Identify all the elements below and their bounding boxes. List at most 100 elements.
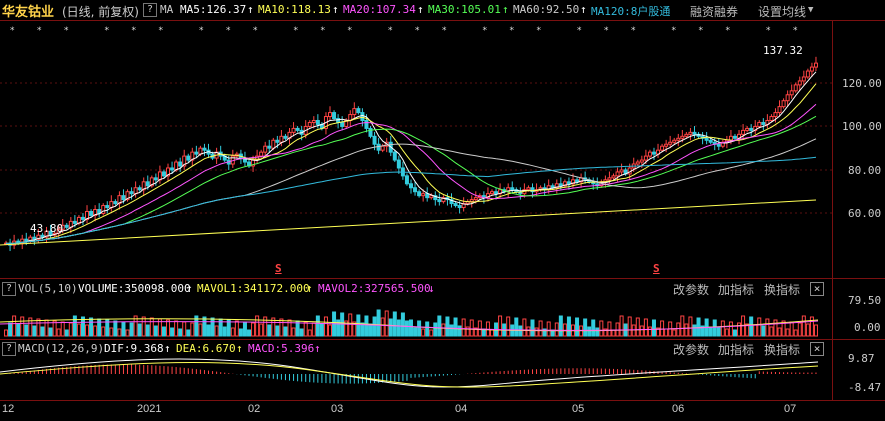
macd-switch-indicator-button[interactable]: 换指标 xyxy=(764,341,800,358)
volume-bar xyxy=(60,321,65,337)
close-icon[interactable]: × xyxy=(810,342,824,356)
candle-body xyxy=(453,203,458,207)
volume-bar xyxy=(769,326,774,337)
macd-add-indicator-button[interactable]: 加指标 xyxy=(718,341,754,358)
volume-bar xyxy=(651,319,656,337)
x-axis-label: 06 xyxy=(672,403,685,415)
volume-bar xyxy=(356,314,361,337)
volume-bar xyxy=(437,315,442,337)
volume-bar xyxy=(518,325,523,337)
volume-bar xyxy=(672,329,677,337)
volume-bar xyxy=(498,315,503,337)
candle-body xyxy=(372,135,377,145)
volume-bar xyxy=(688,316,693,337)
close-icon[interactable]: × xyxy=(810,282,824,296)
candle-body xyxy=(194,151,199,155)
volume-bar xyxy=(611,329,616,337)
volume-bar xyxy=(348,313,353,337)
candle-body xyxy=(809,66,814,72)
candle-body xyxy=(510,187,515,191)
x-axis-label: 04 xyxy=(455,403,468,415)
candle-body xyxy=(769,116,774,121)
volume-bar xyxy=(299,328,304,337)
volume-bar xyxy=(680,315,685,337)
volume-bar xyxy=(676,322,681,337)
low-price-label: 43.80 xyxy=(30,222,64,235)
volume-bar xyxy=(12,315,17,337)
volume-bar xyxy=(153,325,158,337)
signal-star-icon: * xyxy=(442,26,447,36)
volume-bar xyxy=(445,316,450,337)
volume-bar xyxy=(380,317,385,337)
volume-bar xyxy=(461,318,466,337)
volume-bar xyxy=(530,319,535,337)
signal-star-icon: * xyxy=(699,26,704,36)
candle-body xyxy=(178,161,183,167)
candle-body xyxy=(89,210,94,216)
candle-body xyxy=(716,143,721,147)
help-icon[interactable]: ? xyxy=(2,342,16,356)
candle-body xyxy=(680,135,685,139)
candle-body xyxy=(494,191,499,195)
split-marker[interactable]: S xyxy=(653,262,660,275)
volume-bar xyxy=(647,326,652,337)
volume-bar xyxy=(534,327,539,337)
candle-body xyxy=(105,205,110,209)
vol-add-indicator-button[interactable]: 加指标 xyxy=(718,281,754,298)
volume-bar xyxy=(607,321,612,337)
volume-bar xyxy=(238,328,243,337)
split-marker[interactable]: S xyxy=(275,262,282,275)
candle-body xyxy=(425,193,430,199)
volume-bar xyxy=(477,320,482,337)
volume-bar xyxy=(489,329,494,337)
volume-bar xyxy=(303,321,308,337)
candle-body xyxy=(473,197,478,201)
volume-bar xyxy=(32,325,37,337)
candle-body xyxy=(489,191,494,195)
x-axis-label: 2021 xyxy=(137,403,162,415)
volume-bar xyxy=(453,317,458,337)
macd-params-button[interactable]: 改参数 xyxy=(673,341,709,358)
candle-body xyxy=(797,80,802,86)
volume-bar xyxy=(247,329,252,337)
volume-value: VOLUME:350098.000 xyxy=(78,282,191,295)
volume-bar xyxy=(692,324,697,337)
volume-bar xyxy=(259,323,264,337)
x-axis-label: 03 xyxy=(331,403,344,415)
vol-params-button[interactable]: 改参数 xyxy=(673,281,709,298)
volume-bar xyxy=(566,316,571,337)
candle-body xyxy=(259,151,264,157)
help-icon[interactable]: ? xyxy=(2,282,16,296)
signal-star-icon: * xyxy=(510,26,515,36)
volume-bar xyxy=(137,323,142,337)
candle-body xyxy=(409,183,413,189)
volume-bar xyxy=(546,321,551,337)
volume-bar xyxy=(421,328,426,337)
signal-star-icon: * xyxy=(483,26,488,36)
price-axis-label: 80.00 xyxy=(848,164,882,177)
vol-name[interactable]: VOL(5,10) xyxy=(18,282,78,295)
up-arrow-icon: ↑ xyxy=(164,342,171,355)
candle-body xyxy=(113,201,118,205)
macd-name[interactable]: MACD(12,26,9) xyxy=(18,342,104,355)
volume-bar xyxy=(230,327,235,337)
volume-bar xyxy=(190,322,195,337)
candle-body xyxy=(291,127,296,133)
signal-star-icon: * xyxy=(348,26,353,36)
volume-bar xyxy=(315,315,320,337)
candle-body xyxy=(635,161,640,165)
candle-body xyxy=(651,151,656,155)
candle-body xyxy=(526,187,531,191)
signal-star-icon: * xyxy=(577,26,582,36)
volume-bar xyxy=(242,321,247,337)
volume-bar xyxy=(255,315,260,337)
volume-bar xyxy=(696,317,701,337)
volume-bar xyxy=(109,327,114,337)
vol-switch-indicator-button[interactable]: 换指标 xyxy=(764,281,800,298)
volume-bar xyxy=(384,310,389,337)
volume-bar xyxy=(716,327,721,337)
volume-bar xyxy=(595,327,600,337)
volume-bar xyxy=(627,316,632,337)
candle-body xyxy=(392,151,397,161)
down-arrow-icon: ↓ xyxy=(428,282,435,295)
